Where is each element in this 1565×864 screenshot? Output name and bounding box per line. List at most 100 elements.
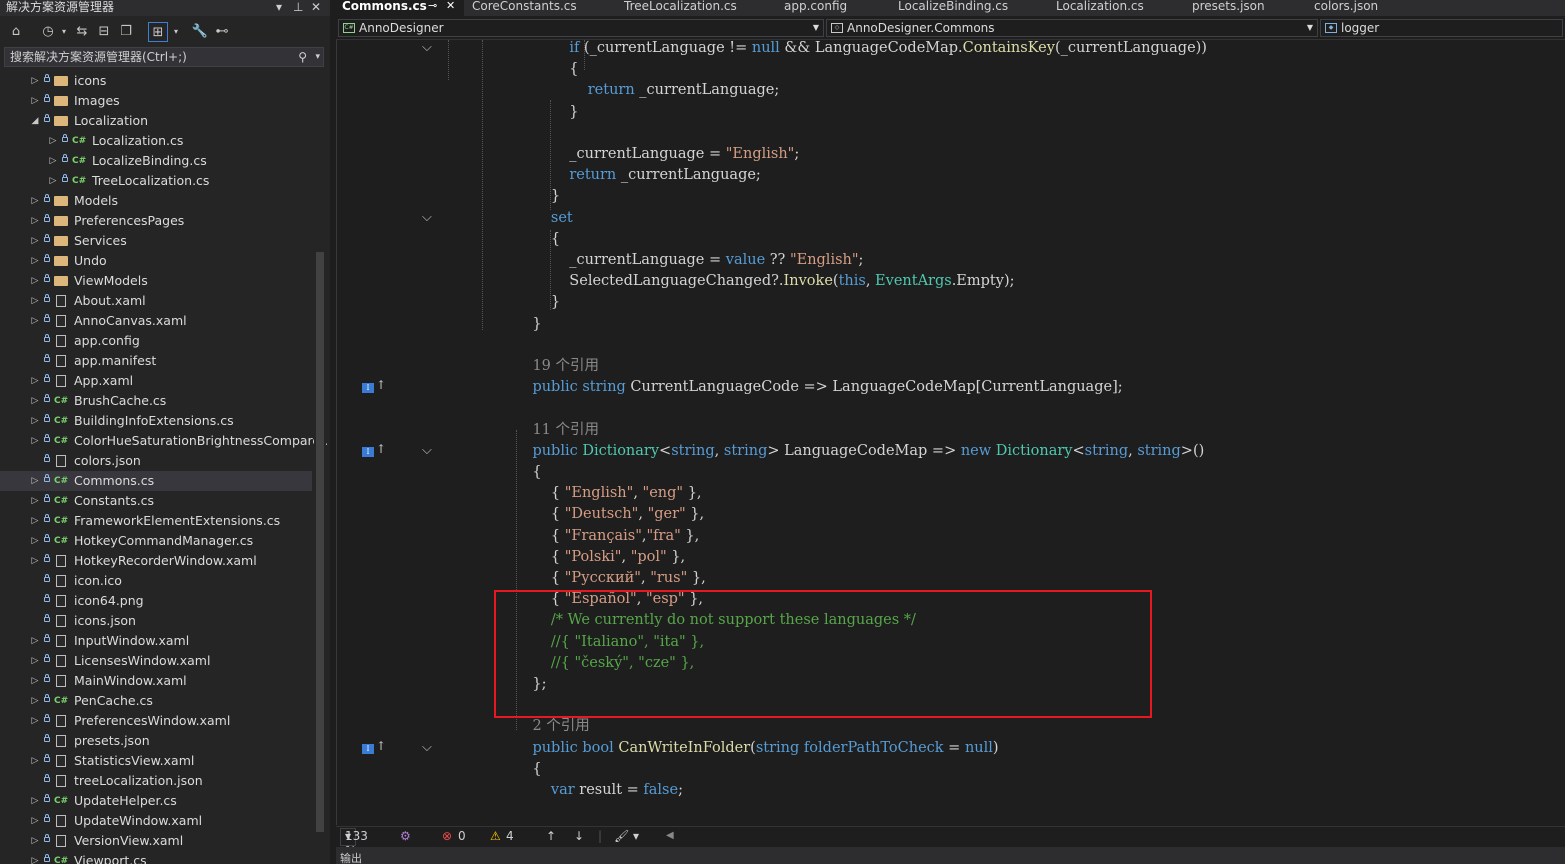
expand-icon[interactable]: ▷	[30, 231, 40, 251]
tree-item[interactable]: icons.json	[0, 611, 312, 631]
tree-item[interactable]: app.manifest	[0, 351, 312, 371]
expand-icon[interactable]: ▷	[48, 151, 58, 171]
close-icon[interactable]: ✕	[311, 0, 321, 14]
type-dropdown[interactable]: ◇ AnnoDesigner.Commons ▼	[826, 19, 1318, 37]
expand-icon[interactable]: ▷	[30, 411, 40, 431]
zoom-dropdown[interactable]: 133 % ▾	[340, 828, 368, 858]
close-icon[interactable]: ✕	[446, 0, 455, 12]
expand-icon[interactable]: ▷	[30, 691, 40, 711]
tree-item[interactable]: ▷ C# Constants.cs	[0, 491, 312, 511]
arrow-down-icon[interactable]: ↓	[574, 827, 584, 845]
expand-icon[interactable]: ▷	[30, 531, 40, 551]
tree-item[interactable]: ▷ AnnoCanvas.xaml	[0, 311, 312, 331]
show-all-files-icon[interactable]: ❐	[116, 22, 136, 42]
member-dropdown[interactable]: ◆ logger	[1320, 19, 1563, 37]
tree-item[interactable]: ▷ HotkeyRecorderWindow.xaml	[0, 551, 312, 571]
implements-interface-icon[interactable]: I	[362, 743, 374, 754]
wrench-icon[interactable]: 🔧	[190, 22, 210, 42]
tree-item[interactable]: ▷ About.xaml	[0, 291, 312, 311]
tree-item[interactable]: ▷ StatisticsView.xaml	[0, 751, 312, 771]
expanded-icon[interactable]: ◢	[30, 111, 40, 131]
expand-icon[interactable]: ▷	[30, 311, 40, 331]
tree-item[interactable]: icon64.png	[0, 591, 312, 611]
tree-item[interactable]: presets.json	[0, 731, 312, 751]
tree-item[interactable]: app.config	[0, 331, 312, 351]
scrollbar-thumb[interactable]	[316, 252, 324, 832]
tab-document[interactable]: app.config	[778, 0, 890, 16]
expand-icon[interactable]: ▷	[30, 791, 40, 811]
chevron-down-icon[interactable]: ▾	[276, 0, 282, 14]
expand-icon[interactable]: ▷	[30, 271, 40, 291]
fold-toggle-icon[interactable]: ⌵	[422, 740, 432, 755]
tree-item[interactable]: ▷ icons	[0, 71, 312, 91]
tab-document[interactable]: colors.json	[1308, 0, 1414, 16]
pin-icon[interactable]: ⊸	[428, 0, 437, 12]
expand-icon[interactable]: ▷	[30, 431, 40, 451]
tab-document[interactable]: TreeLocalization.cs	[618, 0, 776, 16]
error-count[interactable]: 0	[458, 827, 466, 845]
code-cleanup-icon[interactable]: 🖌 ▾	[614, 827, 639, 845]
expand-icon[interactable]: ▷	[30, 551, 40, 571]
expand-icon[interactable]: ▷	[48, 131, 58, 151]
collapse-all-icon[interactable]: ⊟	[94, 22, 114, 42]
expand-icon[interactable]: ▷	[30, 511, 40, 531]
tree-item[interactable]: ▷ PreferencesPages	[0, 211, 312, 231]
expand-icon[interactable]: ▷	[30, 491, 40, 511]
arrow-up-icon[interactable]: ↑	[546, 827, 556, 845]
expand-icon[interactable]: ▷	[30, 71, 40, 91]
home-icon[interactable]: ⌂	[6, 22, 26, 42]
tree-item[interactable]: ▷ C# Commons.cs	[0, 471, 312, 491]
tab-document[interactable]: LocalizeBinding.cs	[892, 0, 1048, 16]
tree-item[interactable]: ▷ Services	[0, 231, 312, 251]
fold-toggle-icon[interactable]: ⌵	[422, 443, 432, 458]
intellicode-icon[interactable]: ⚙	[400, 827, 411, 845]
tree-item[interactable]: ▷ C# Localization.cs	[0, 131, 312, 151]
tree-item[interactable]: ▷ Undo	[0, 251, 312, 271]
tree-item[interactable]: ▷ C# LocalizeBinding.cs	[0, 151, 312, 171]
tree-item[interactable]: ▷ C# FrameworkElementExtensions.cs	[0, 511, 312, 531]
scroll-left-icon[interactable]: ◀	[666, 827, 674, 845]
tree-item[interactable]: ▷ C# Viewport.cs	[0, 851, 312, 864]
tree-item[interactable]: ▷ LicensesWindow.xaml	[0, 651, 312, 671]
tree-item[interactable]: ▷ UpdateWindow.xaml	[0, 811, 312, 831]
tab-document[interactable]: CoreConstants.cs	[466, 0, 616, 16]
tree-item[interactable]: ▷ C# ColorHueSaturationBrightnessComparer.	[0, 431, 329, 451]
tree-item[interactable]: ▷ C# BuildingInfoExtensions.cs	[0, 411, 312, 431]
tab-document[interactable]: Localization.cs	[1050, 0, 1184, 16]
tree-item[interactable]: ▷ InputWindow.xaml	[0, 631, 312, 651]
expand-icon[interactable]: ▷	[30, 371, 40, 391]
expand-icon[interactable]: ▷	[30, 211, 40, 231]
tree-item[interactable]: ▷ C# PenCache.cs	[0, 691, 312, 711]
solution-explorer-search-input[interactable]: 搜索解决方案资源管理器(Ctrl+;) ⚲ ▾	[4, 47, 324, 67]
expand-icon[interactable]: ▷	[30, 291, 40, 311]
fold-toggle-icon[interactable]: ⌵	[422, 40, 432, 55]
tree-filter-icon[interactable]: ⊞	[148, 22, 168, 42]
expand-icon[interactable]: ▷	[30, 191, 40, 211]
implements-interface-icon[interactable]: I	[362, 383, 374, 394]
tree-item[interactable]: ▷ C# TreeLocalization.cs	[0, 171, 312, 191]
expand-icon[interactable]: ▷	[30, 91, 40, 111]
tree-item[interactable]: colors.json	[0, 451, 312, 471]
tree-item[interactable]: ▷ Models	[0, 191, 312, 211]
expand-icon[interactable]: ▷	[48, 171, 58, 191]
sync-icon[interactable]: ⇆	[72, 22, 92, 42]
tree-item[interactable]: ◢ Localization	[0, 111, 312, 131]
tree-item[interactable]: ▷ C# BrushCache.cs	[0, 391, 312, 411]
expand-icon[interactable]: ▷	[30, 811, 40, 831]
expand-icon[interactable]: ▷	[30, 391, 40, 411]
expand-icon[interactable]: ▷	[30, 851, 40, 864]
expand-icon[interactable]: ▷	[30, 711, 40, 731]
pin-icon[interactable]: ⊥	[293, 0, 303, 14]
expand-icon[interactable]: ▷	[30, 831, 40, 851]
tree-item[interactable]: ▷ ViewModels	[0, 271, 312, 291]
tree-item[interactable]: ▷ MainWindow.xaml	[0, 671, 312, 691]
preview-icon[interactable]: ⊷	[212, 22, 232, 42]
chevron-down-icon[interactable]: ▾	[166, 22, 186, 42]
implements-interface-icon[interactable]: I	[362, 446, 374, 457]
tab-document[interactable]: Commons.cs ⊸ ✕	[336, 0, 464, 16]
warning-count[interactable]: 4	[506, 827, 514, 845]
tree-item[interactable]: ▷ App.xaml	[0, 371, 312, 391]
project-dropdown[interactable]: C# AnnoDesigner ▼	[338, 19, 824, 37]
expand-icon[interactable]: ▷	[30, 471, 40, 491]
expand-icon[interactable]: ▷	[30, 651, 40, 671]
